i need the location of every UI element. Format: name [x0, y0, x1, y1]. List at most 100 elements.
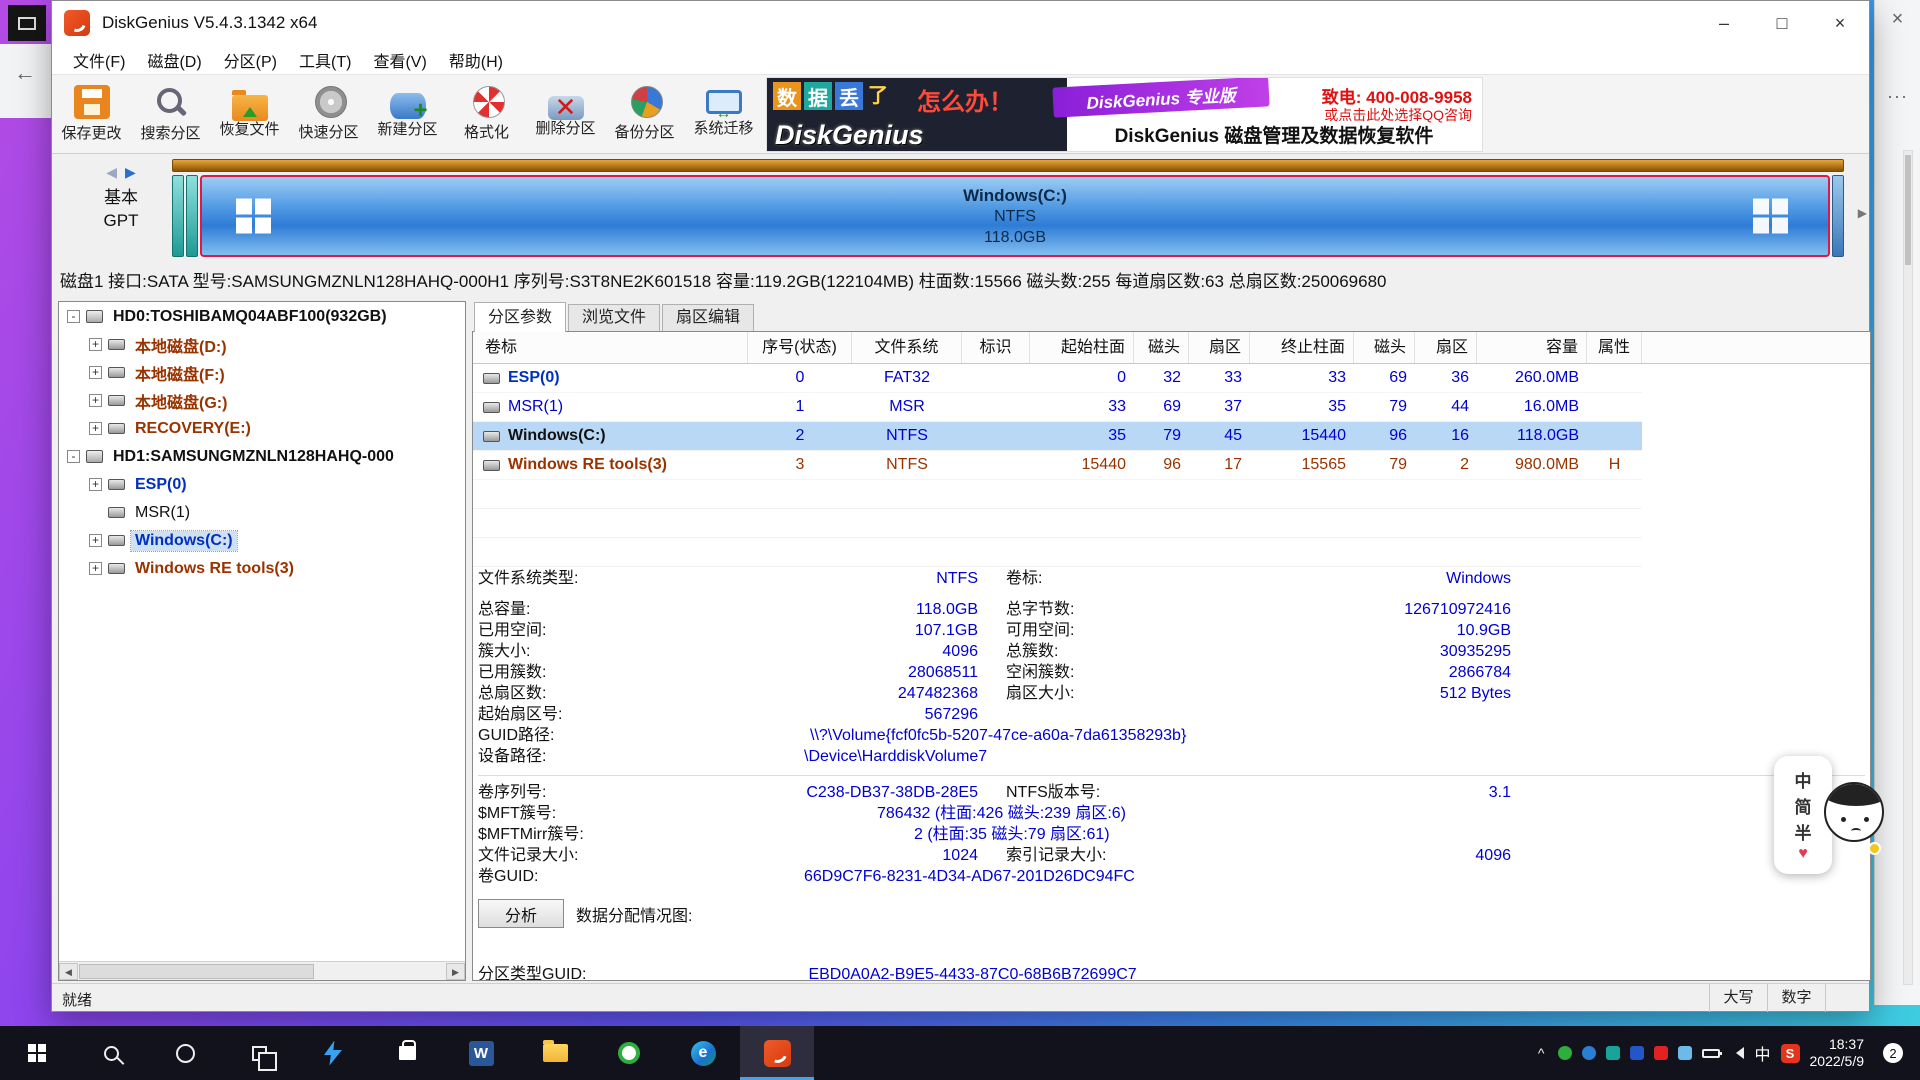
- ime-indicator[interactable]: 中: [1754, 1041, 1770, 1065]
- ad-tile: 据: [804, 82, 832, 110]
- diskgenius-logo-icon: [64, 10, 90, 36]
- heart-icon[interactable]: ♥: [1798, 845, 1808, 863]
- taskbar-app-edge[interactable]: [666, 1026, 740, 1080]
- table-row-re-tools[interactable]: Windows RE tools(3) 3 NTFS 15440 96 17 1…: [473, 451, 1642, 480]
- expand-icon[interactable]: [89, 422, 102, 435]
- table-row-esp[interactable]: ESP(0) 0 FAT32 0 32 33 33 69 36 260.0MB: [473, 364, 1642, 393]
- collapse-icon[interactable]: [67, 310, 80, 323]
- expand-icon[interactable]: [89, 394, 102, 407]
- tab-partition-params[interactable]: 分区参数: [474, 302, 566, 332]
- tree-horizontal-scrollbar[interactable]: [59, 961, 465, 980]
- task-view-button[interactable]: [222, 1026, 296, 1080]
- tab-browse-files[interactable]: 浏览文件: [568, 304, 660, 331]
- taskbar-app-diskgenius-active[interactable]: [740, 1026, 814, 1080]
- menu-help[interactable]: 帮助(H): [438, 48, 514, 72]
- taskbar-file-explorer[interactable]: [518, 1026, 592, 1080]
- sogou-icon[interactable]: [1781, 1044, 1800, 1063]
- tray-icon-red[interactable]: [1654, 1046, 1668, 1060]
- re-tools-partition-bar[interactable]: [1832, 175, 1844, 257]
- maximize-button[interactable]: □: [1753, 1, 1811, 45]
- tree-item-recovery-e[interactable]: RECOVERY(E:): [59, 415, 465, 442]
- tree-item-msr[interactable]: MSR(1): [59, 499, 465, 526]
- tree-item-esp[interactable]: ESP(0): [59, 471, 465, 498]
- tree-item-re-tools[interactable]: Windows RE tools(3): [59, 555, 465, 582]
- taskbar-app-store[interactable]: [370, 1026, 444, 1080]
- tray-expand-chevron[interactable]: ^: [1534, 1045, 1549, 1061]
- expand-icon[interactable]: [89, 534, 102, 547]
- taskbar-app-browser[interactable]: [592, 1026, 666, 1080]
- recover-files-button[interactable]: 恢复文件: [210, 75, 289, 153]
- table-row-windows-c-selected[interactable]: Windows(C:) 2 NTFS 35 79 45 15440 96 16 …: [473, 422, 1642, 451]
- delete-partition-button[interactable]: 删除分区: [526, 75, 605, 153]
- ime-lang-indicator[interactable]: 中: [1795, 767, 1812, 792]
- partition-icon: [483, 431, 500, 442]
- esp-partition-bar[interactable]: [172, 175, 184, 257]
- close-button[interactable]: ×: [1811, 1, 1869, 45]
- mascot-eye: [1841, 817, 1846, 822]
- tray-icon-teal[interactable]: [1606, 1046, 1620, 1060]
- expand-icon[interactable]: [89, 562, 102, 575]
- quick-partition-button[interactable]: 快速分区: [289, 75, 368, 153]
- tree-item-windows-c[interactable]: Windows(C:): [59, 527, 465, 554]
- ime-charset-indicator[interactable]: 简: [1795, 793, 1812, 818]
- tree-item-local-d[interactable]: 本地磁盘(D:): [59, 331, 465, 358]
- system-tray: ^ 中 18:37 2022/5/9 2: [1534, 1026, 1920, 1080]
- start-button[interactable]: [0, 1026, 74, 1080]
- taskbar-app-word[interactable]: [444, 1026, 518, 1080]
- partition-detail-panel: 分区参数 浏览文件 扇区编辑 卷标 序号(状态) 文件系统 标识 起始柱面 磁头…: [472, 301, 1871, 981]
- msr-partition-bar[interactable]: [186, 175, 198, 257]
- tray-icon-qq[interactable]: [1630, 1046, 1644, 1060]
- scrollbar-thumb[interactable]: [79, 964, 314, 979]
- backup-partition-button[interactable]: 备份分区: [605, 75, 684, 153]
- save-changes-button[interactable]: 保存更改: [52, 75, 131, 153]
- taskbar-search[interactable]: [74, 1026, 148, 1080]
- tray-icon-green[interactable]: [1558, 1046, 1572, 1060]
- disk-strip[interactable]: [172, 159, 1844, 172]
- partition-icon: [108, 395, 125, 406]
- ime-mascot[interactable]: [1824, 782, 1890, 858]
- tree-item-local-g[interactable]: 本地磁盘(G:): [59, 387, 465, 414]
- background-close-icon[interactable]: [1875, 8, 1920, 31]
- menu-view[interactable]: 查看(V): [362, 48, 437, 72]
- allocation-map-label: 数据分配情况图:: [576, 902, 692, 926]
- collapse-icon[interactable]: [67, 450, 80, 463]
- background-more-icon[interactable]: [1875, 86, 1920, 107]
- graph-scroll-arrow[interactable]: [1858, 206, 1867, 220]
- battery-icon[interactable]: [1702, 1049, 1720, 1058]
- menu-disk[interactable]: 磁盘(D): [136, 48, 212, 72]
- ime-width-indicator[interactable]: 半: [1795, 819, 1812, 844]
- tree-item-local-f[interactable]: 本地磁盘(F:): [59, 359, 465, 386]
- analyze-button[interactable]: 分析: [478, 899, 564, 928]
- menu-file[interactable]: 文件(F): [62, 48, 136, 72]
- tree-item-hd0[interactable]: HD0:TOSHIBAMQ04ABF100(932GB): [59, 303, 465, 330]
- taskbar-clock[interactable]: 18:37 2022/5/9: [1810, 1036, 1865, 1070]
- expand-icon[interactable]: [89, 478, 102, 491]
- windows-partition-bar[interactable]: Windows(C:) NTFS 118.0GB: [200, 175, 1830, 257]
- speaker-icon[interactable]: [1730, 1047, 1744, 1059]
- search-partition-button[interactable]: 搜索分区: [131, 75, 210, 153]
- tree-item-hd1[interactable]: HD1:SAMSUNGMZNLN128HAHQ-000: [59, 443, 465, 470]
- scrollbar-thumb[interactable]: [1905, 155, 1911, 265]
- new-partition-button[interactable]: 新建分区: [368, 75, 447, 153]
- format-button[interactable]: 格式化: [447, 75, 526, 153]
- notification-center[interactable]: 2: [1874, 1043, 1912, 1063]
- menu-partition[interactable]: 分区(P): [213, 48, 288, 72]
- next-disk-arrow[interactable]: [125, 164, 136, 180]
- scroll-left-arrow[interactable]: [59, 963, 78, 980]
- taskbar-app-flash[interactable]: [296, 1026, 370, 1080]
- prev-disk-arrow[interactable]: [106, 164, 125, 180]
- scroll-right-arrow[interactable]: [446, 963, 465, 980]
- tab-sector-edit[interactable]: 扇区编辑: [662, 304, 754, 331]
- tray-icon-blue[interactable]: [1582, 1046, 1596, 1060]
- system-migrate-button[interactable]: 系统迁移: [684, 75, 763, 153]
- tray-icon-snow[interactable]: [1678, 1046, 1692, 1060]
- table-row-msr[interactable]: MSR(1) 1 MSR 33 69 37 35 79 44 16.0MB: [473, 393, 1642, 422]
- menu-tools[interactable]: 工具(T): [288, 48, 362, 72]
- expand-icon[interactable]: [89, 366, 102, 379]
- back-arrow-icon[interactable]: [14, 60, 36, 86]
- cortana-button[interactable]: [148, 1026, 222, 1080]
- migrate-icon: [706, 90, 742, 114]
- ad-banner[interactable]: 数 据 丢 了 怎么办！ DiskGenius DiskGenius 专业版 致…: [766, 77, 1483, 152]
- expand-icon[interactable]: [89, 338, 102, 351]
- minimize-button[interactable]: –: [1695, 1, 1753, 45]
